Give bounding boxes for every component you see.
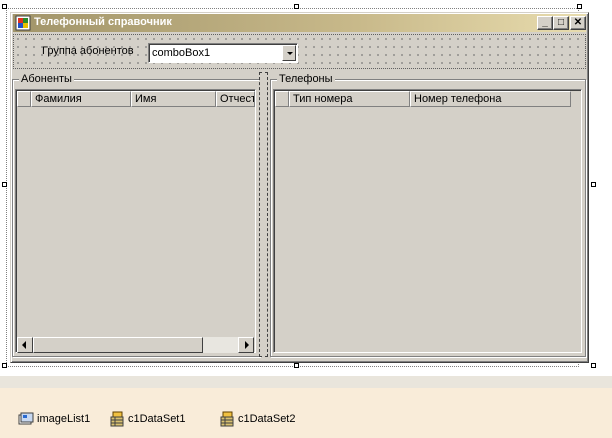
tray-item-label: imageList1 [37,413,91,425]
splitter[interactable] [259,72,268,357]
column-header-label: Номер телефона [414,93,502,105]
scroll-left-button[interactable] [17,337,33,353]
minimize-icon: _ [542,17,548,28]
chevron-down-icon [287,52,293,55]
horizontal-scrollbar[interactable] [17,337,254,353]
column-header-label: Имя [135,93,157,105]
resize-handle-bottom[interactable] [294,363,299,368]
close-button[interactable]: ✕ [570,16,586,30]
maximize-button[interactable]: □ [553,16,569,30]
dataset-icon [219,411,235,427]
subscribers-group-title: Абоненты [19,73,74,85]
scroll-thumb[interactable] [33,337,203,353]
resize-handle-top-left[interactable] [2,4,7,9]
column-header-phone-number[interactable]: Номер телефона [410,91,571,107]
group-combobox[interactable]: comboBox1 [148,43,298,63]
column-header-label: Отчест [220,93,255,105]
resize-handle-bottom-left[interactable] [2,363,7,368]
app-icon [15,15,31,31]
tray-separator [0,376,612,388]
group-label: Группа абонентов [42,45,134,57]
combobox-dropdown-button[interactable] [282,45,296,61]
resize-handle-right[interactable] [591,182,596,187]
column-header-name[interactable]: Имя [131,91,216,107]
column-header-patronymic[interactable]: Отчест [216,91,255,107]
arrow-left-icon [22,341,26,349]
resize-handle-left[interactable] [2,182,7,187]
column-header-surname[interactable]: Фамилия [31,91,131,107]
close-icon: ✕ [573,17,583,28]
column-header-number-type[interactable]: Тип номера [289,91,410,107]
phones-group-title: Телефоны [277,73,335,85]
resize-handle-top-right[interactable] [577,4,582,9]
resize-handle-top[interactable] [294,4,299,9]
window-title: Телефонный справочник [34,16,172,28]
tray-item-label: c1DataSet1 [128,413,186,425]
scroll-right-button[interactable] [238,337,254,353]
phones-grid[interactable]: Тип номера Номер телефона [273,89,582,353]
tray-item-label: c1DataSet2 [238,413,296,425]
maximize-icon: □ [557,17,565,28]
dataset-icon [109,411,125,427]
resize-handle-bottom-right[interactable] [591,363,596,368]
row-header-corner [275,91,289,107]
column-header-label: Фамилия [35,93,82,105]
column-header-label: Тип номера [293,93,353,105]
row-header-corner [17,91,31,107]
subscribers-grid[interactable]: Фамилия Имя Отчест [15,89,256,353]
minimize-button[interactable]: _ [537,16,553,30]
component-tray [0,388,612,438]
arrow-right-icon [245,341,249,349]
combobox-value: comboBox1 [152,47,211,59]
image-list-icon [18,411,34,427]
